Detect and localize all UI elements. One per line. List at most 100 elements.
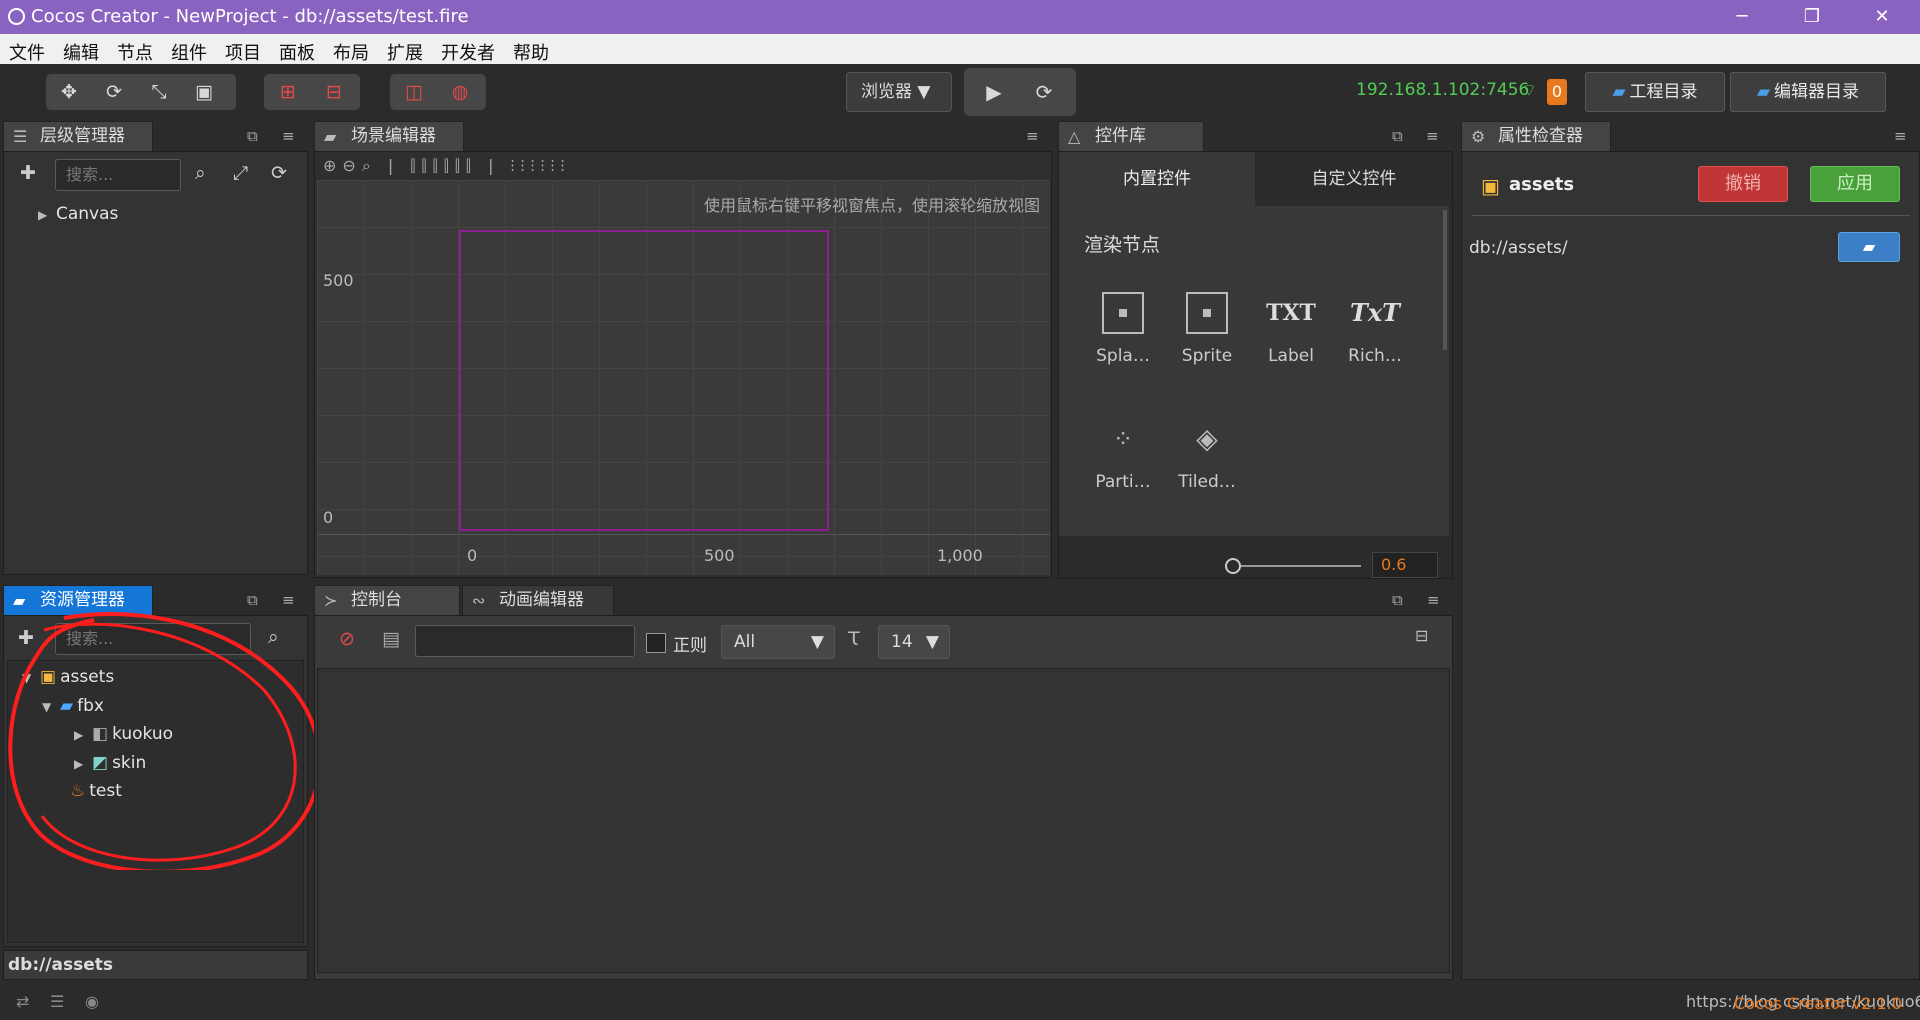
popout-icon[interactable]: ⧉ (247, 127, 258, 145)
clear-log-icon[interactable]: ⊘ (339, 628, 355, 650)
asset-path: db://assets/ (1469, 238, 1568, 258)
open-log-file-icon[interactable]: ▤ (382, 628, 400, 650)
revert-button[interactable]: 撤销 (1698, 166, 1788, 202)
tiledmap-icon: ◈ (1196, 422, 1218, 455)
zoom-slider-track[interactable] (1241, 565, 1361, 567)
panel-menu-icon[interactable]: ≡ (282, 127, 295, 145)
rect-tool-icon[interactable]: ▣ (184, 74, 224, 110)
open-folder-button[interactable]: ▰ (1838, 232, 1900, 262)
tab-animation[interactable]: ∾ 动画编辑器 (462, 585, 614, 615)
hierarchy-search-input[interactable]: 搜索... (55, 159, 181, 191)
sync-icon[interactable]: ⇄ (16, 992, 29, 1011)
panel-menu-icon[interactable]: ≡ (1426, 127, 1439, 145)
global-coord-icon[interactable]: ◍ (440, 74, 480, 110)
scrollbar[interactable] (1443, 210, 1447, 350)
menu-extension[interactable]: 扩展 (387, 39, 423, 65)
panel-menu-icon[interactable]: ≡ (282, 591, 295, 609)
menu-help[interactable]: 帮助 (513, 39, 549, 65)
y-axis-label: 0 (323, 508, 334, 527)
canvas-design-rect (459, 230, 829, 531)
menu-edit[interactable]: 编辑 (63, 39, 99, 65)
widget-sprite[interactable]: Sprite (1165, 292, 1249, 366)
editor-dir-button[interactable]: ▰ 编辑器目录 (1730, 72, 1886, 112)
tab-builtin-widgets[interactable]: 内置控件 (1059, 152, 1255, 206)
database-icon[interactable]: ☰ (50, 992, 64, 1011)
hierarchy-panel: ✚ 搜索... ⌕ ⤢ ⟳ ▶ Canvas (3, 151, 308, 575)
close-button[interactable]: ✕ (1852, 0, 1912, 34)
red-annotation-circle (8, 612, 322, 870)
tab-inspector[interactable]: ⚙ 属性检查器 (1461, 121, 1611, 151)
preview-ip[interactable]: 192.168.1.102:7456 (1356, 80, 1529, 100)
scene-hint: 使用鼠标右键平移视窗焦点，使用滚轮缩放视图 (703, 196, 1040, 215)
sprite-icon (1186, 292, 1228, 334)
assets-db-icon: ▣ (1481, 174, 1500, 198)
tab-scene[interactable]: ▰ 场景编辑器 (314, 121, 464, 151)
minimize-button[interactable]: ─ (1712, 0, 1772, 34)
apply-button[interactable]: 应用 (1810, 166, 1900, 202)
menu-file[interactable]: 文件 (9, 39, 45, 65)
tab-hierarchy[interactable]: ☰ 层级管理器 (3, 121, 153, 151)
popout-icon[interactable]: ⧉ (1392, 591, 1403, 609)
regex-checkbox[interactable] (646, 633, 666, 653)
refresh-icon[interactable]: ⟳ (271, 162, 287, 184)
version-label: Cocos Creator v2.1.0 (1734, 994, 1902, 1013)
refresh-icon[interactable]: ⟳ (1024, 74, 1064, 110)
tab-custom-widgets[interactable]: 自定义控件 (1256, 152, 1452, 206)
search-icon[interactable]: ⌕ (195, 162, 206, 184)
widget-richtext[interactable]: TxT Rich… (1333, 292, 1417, 366)
panel-menu-icon[interactable]: ≡ (1026, 127, 1039, 145)
status-bar: ⇄ ☰ ◉ https://blog.csdn.net/kuokuo666 Co… (0, 984, 1920, 1020)
console-log-area[interactable] (317, 668, 1450, 973)
tab-widgets[interactable]: △ 控件库 (1058, 121, 1204, 151)
inspector-asset-name: assets (1509, 174, 1575, 195)
collapse-icon[interactable]: ⊟ (1415, 626, 1428, 645)
widget-tiledmap[interactable]: ◈ Tiled… (1165, 418, 1249, 492)
menu-component[interactable]: 组件 (171, 39, 207, 65)
panel-menu-icon[interactable]: ≡ (1894, 127, 1907, 145)
scale-tool-icon[interactable]: ⤡ (139, 74, 179, 110)
x-axis-label: 500 (704, 546, 735, 565)
pivot-icon[interactable]: ⊞ (268, 74, 308, 110)
animation-icon: ∾ (472, 591, 486, 610)
maximize-button[interactable]: ❐ (1782, 0, 1842, 34)
console-filter-input[interactable] (415, 625, 635, 657)
menu-developer[interactable]: 开发者 (441, 39, 495, 65)
zoom-slider-handle[interactable] (1225, 558, 1241, 574)
log-level-select[interactable]: All ▼ (721, 625, 835, 659)
hierarchy-icon: ☰ (13, 127, 28, 146)
divider (1472, 215, 1910, 216)
scene-align-toolbar[interactable]: ⊕⊖⌕ | ⫿⫿⫿⫿⫿⫿ | ⫶⫶⫶⫶⫶⫶ (323, 156, 571, 176)
font-size-select[interactable]: 14 ▼ (878, 625, 950, 659)
wifi-icon: ⌔ (1521, 81, 1537, 101)
local-coord-icon[interactable]: ◫ (394, 74, 434, 110)
preview-platform-select[interactable]: 浏览器 ▼ (846, 72, 952, 112)
tab-console[interactable]: ≻ 控制台 (314, 585, 460, 615)
font-size-icon: Ꚍ (848, 628, 860, 650)
scene-viewport[interactable]: 使用鼠标右键平移视窗焦点，使用滚轮缩放视图 500 0 0 500 1,000 (317, 180, 1050, 575)
widget-label[interactable]: TXT Label (1249, 292, 1333, 366)
menu-project[interactable]: 项目 (225, 39, 261, 65)
gear-icon: ⚙ (1471, 127, 1486, 146)
popout-icon[interactable]: ⧉ (247, 591, 258, 609)
add-node-icon[interactable]: ✚ (20, 162, 36, 184)
richtext-icon: TxT (1349, 298, 1401, 327)
rotate-tool-icon[interactable]: ⟳ (94, 74, 134, 110)
zoom-value-input[interactable]: 0.6 (1372, 552, 1438, 578)
panel-menu-icon[interactable]: ≡ (1427, 591, 1440, 609)
widget-particle[interactable]: ⁘ Parti… (1081, 418, 1165, 492)
console-panel: ⊘ ▤ 正则 All ▼ Ꚍ 14 ▼ ⊟ (314, 615, 1453, 980)
project-dir-button[interactable]: ▰ 工程目录 (1585, 72, 1725, 112)
move-tool-icon[interactable]: ✥ (49, 74, 89, 110)
center-icon[interactable]: ⊟ (314, 74, 354, 110)
eye-icon[interactable]: ◉ (85, 992, 99, 1011)
node-canvas[interactable]: ▶ Canvas (38, 204, 118, 224)
widget-splash[interactable]: Spla… (1081, 292, 1165, 366)
menu-layout[interactable]: 布局 (333, 39, 369, 65)
popout-icon[interactable]: ⧉ (1392, 127, 1403, 145)
expand-icon[interactable]: ⤢ (233, 162, 248, 184)
menu-node[interactable]: 节点 (117, 39, 153, 65)
menu-panel[interactable]: 面板 (279, 39, 315, 65)
cocos-logo-icon (8, 8, 25, 25)
assets-panel: ✚ 搜索... ⌕ ▼ ▣ assets ▼ ▰ fbx ▶ ◧ kuokuo ▶ ◩ skin… (3, 612, 322, 947)
play-icon[interactable]: ▶ (974, 74, 1014, 110)
